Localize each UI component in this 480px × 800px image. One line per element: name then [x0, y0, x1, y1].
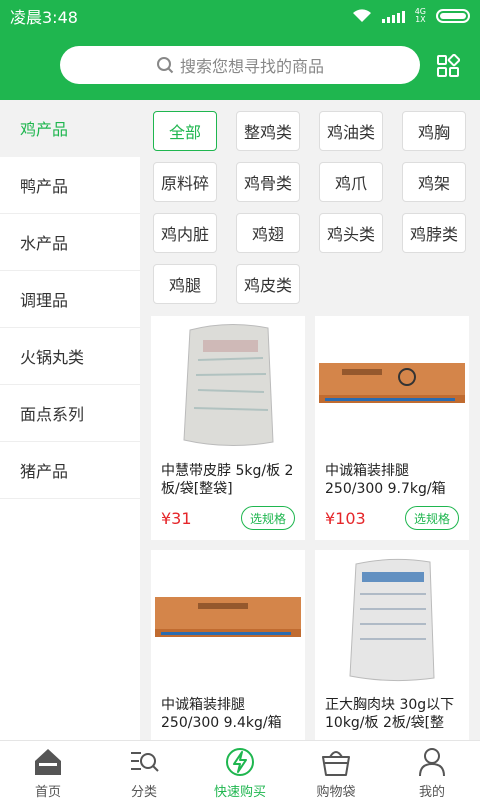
battery-icon [436, 9, 470, 23]
tag-chicken-giblets[interactable]: 鸡内脏 [153, 213, 217, 253]
wifi-icon [352, 9, 371, 22]
sidebar-item-label: 调理品 [20, 291, 69, 310]
category-sidebar: 鸡产品 鸭产品 水产品 调理品 火锅丸类 面点系列 猪产品 [0, 100, 140, 740]
product-title: 中诚箱装排腿 250/300 9.7kg/箱 [325, 463, 446, 497]
sidebar-item-label: 火锅丸类 [20, 348, 85, 367]
user-icon [419, 748, 445, 777]
product-price: ¥31 [161, 509, 192, 528]
tab-label: 购物袋 [316, 785, 356, 800]
product-title: 正大胸肉块 30g以下 10kg/板 2板/袋[整 [325, 697, 455, 731]
sidebar-item-label: 鸡产品 [20, 120, 69, 139]
sidebar-item-chicken[interactable]: 鸡产品 [0, 100, 140, 157]
sidebar-item-label: 水产品 [20, 234, 69, 253]
product-grid: 中慧带皮脖 5kg/板 2板/袋[整袋] ¥31 选规格 中诚箱装排腿 250/… [151, 316, 469, 740]
tag-chicken-wing[interactable]: 鸡翅 [236, 213, 300, 253]
lightning-icon [226, 748, 254, 776]
product-title: 中慧带皮脖 5kg/板 2板/袋[整袋] [161, 463, 294, 497]
product-content: 全部 整鸡类 鸡油类 鸡胸 原料碎 鸡骨类 鸡爪 鸡架 鸡内脏 鸡翅 鸡头类 鸡… [140, 100, 480, 740]
subcategory-tags: 全部 整鸡类 鸡油类 鸡胸 原料碎 鸡骨类 鸡爪 鸡架 鸡内脏 鸡翅 鸡头类 鸡… [140, 100, 480, 304]
tab-mine[interactable]: 我的 [384, 741, 480, 800]
tab-label: 分类 [130, 785, 157, 800]
tab-category[interactable]: 分类 [96, 741, 192, 800]
sidebar-item-label: 鸭产品 [20, 177, 69, 196]
product-card[interactable]: 中慧带皮脖 5kg/板 2板/袋[整袋] ¥31 选规格 [151, 316, 305, 540]
product-image [151, 550, 305, 688]
tag-chicken-fat[interactable]: 鸡油类 [319, 111, 383, 151]
tab-label: 我的 [418, 785, 445, 800]
header: 搜索您想寻找的商品 [0, 32, 480, 100]
sidebar-item-pastry[interactable]: 面点系列 [0, 385, 140, 442]
product-card[interactable]: 中诚箱装排腿 250/300 9.4kg/箱 [151, 550, 305, 740]
sidebar-item-pork[interactable]: 猪产品 [0, 442, 140, 499]
select-spec-button[interactable]: 选规格 [240, 506, 295, 530]
search-placeholder: 搜索您想寻找的商品 [179, 57, 324, 76]
tag-chicken-breast[interactable]: 鸡胸 [402, 111, 466, 151]
sidebar-item-prepared[interactable]: 调理品 [0, 271, 140, 328]
grid-menu-icon[interactable] [436, 54, 460, 78]
search-icon [156, 57, 174, 74]
product-image [315, 550, 469, 688]
tab-label: 首页 [34, 785, 61, 800]
basket-icon [322, 751, 350, 776]
tag-chicken-head[interactable]: 鸡头类 [319, 213, 383, 253]
bottom-tab-bar: 首页 分类 快速购买 购物袋 我的 [0, 740, 480, 800]
tag-chicken-neck[interactable]: 鸡脖类 [402, 213, 466, 253]
sidebar-item-duck[interactable]: 鸭产品 [0, 157, 140, 214]
network-type-bottom: 1X [415, 15, 426, 24]
tab-home[interactable]: 首页 [0, 741, 96, 800]
tag-chicken-feet[interactable]: 鸡爪 [319, 162, 383, 202]
status-time: 凌晨3:48 [10, 8, 78, 27]
home-icon [35, 749, 61, 775]
product-title: 中诚箱装排腿 250/300 9.4kg/箱 [161, 697, 282, 731]
category-search-icon [131, 752, 159, 772]
sidebar-item-seafood[interactable]: 水产品 [0, 214, 140, 271]
tab-quick-buy[interactable]: 快速购买 [192, 741, 288, 800]
sidebar-item-label: 面点系列 [20, 405, 85, 424]
tag-chicken-frame[interactable]: 鸡架 [402, 162, 466, 202]
tag-raw-scraps[interactable]: 原料碎 [153, 162, 217, 202]
tab-label: 快速购买 [213, 785, 266, 800]
signal-icon [381, 9, 405, 23]
tag-chicken-leg[interactable]: 鸡腿 [153, 264, 217, 304]
tab-shopping-bag[interactable]: 购物袋 [288, 741, 384, 800]
product-image [151, 316, 305, 454]
search-input[interactable]: 搜索您想寻找的商品 [60, 46, 420, 84]
product-card[interactable]: 中诚箱装排腿 250/300 9.7kg/箱 ¥103 选规格 [315, 316, 469, 540]
network-indicator: 4G 1X [415, 8, 426, 24]
tag-whole-chicken[interactable]: 整鸡类 [236, 111, 300, 151]
tag-chicken-bone[interactable]: 鸡骨类 [236, 162, 300, 202]
product-price: ¥103 [325, 509, 366, 528]
select-spec-button[interactable]: 选规格 [404, 506, 459, 530]
tag-all[interactable]: 全部 [153, 111, 217, 151]
sidebar-item-label: 猪产品 [20, 462, 69, 481]
product-image [315, 316, 469, 454]
product-card[interactable]: 正大胸肉块 30g以下 10kg/板 2板/袋[整 [315, 550, 469, 740]
sidebar-item-hotpot-balls[interactable]: 火锅丸类 [0, 328, 140, 385]
tag-chicken-skin[interactable]: 鸡皮类 [236, 264, 300, 304]
status-bar: 凌晨3:48 4G 1X [0, 0, 480, 32]
